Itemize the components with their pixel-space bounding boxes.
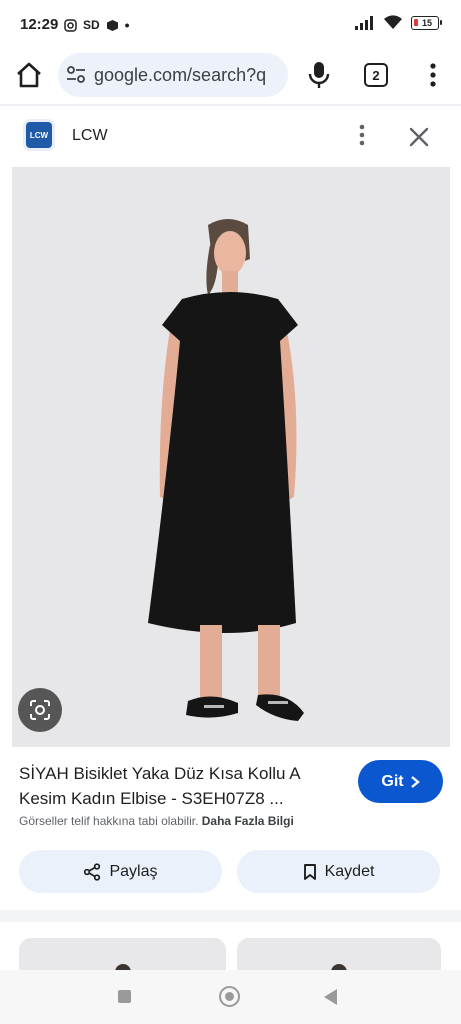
- system-nav-bar: [0, 970, 461, 1024]
- more-vert-icon[interactable]: [354, 122, 370, 148]
- browser-toolbar: google.com/search?q 2: [0, 50, 461, 102]
- related-image[interactable]: [19, 938, 226, 970]
- recents-icon[interactable]: [118, 990, 131, 1003]
- save-label: Kaydet: [324, 862, 375, 880]
- source-name[interactable]: LCW: [72, 127, 108, 145]
- related-image[interactable]: [237, 938, 441, 970]
- status-icons-right: 15: [355, 15, 442, 30]
- home-icon[interactable]: [14, 60, 44, 90]
- close-icon[interactable]: [406, 124, 432, 150]
- source-bar: LCW LCW: [0, 106, 461, 166]
- status-icons-left: SD •: [64, 17, 130, 33]
- go-label: Git: [381, 772, 404, 790]
- chevron-right-icon: [410, 775, 420, 788]
- product-photo: [12, 167, 450, 747]
- go-button[interactable]: Git: [358, 760, 443, 803]
- more-info-link[interactable]: Daha Fazla Bilgi: [202, 814, 294, 828]
- tabs-icon[interactable]: 2: [364, 63, 388, 87]
- bookmark-icon: [303, 863, 316, 880]
- sd-card-icon: SD: [83, 18, 100, 32]
- share-label: Paylaş: [109, 862, 158, 880]
- copyright-notice: Görseller telif hakkına tabi olabilir. D…: [19, 814, 294, 828]
- copyright-text: Görseller telif hakkına tabi olabilir.: [19, 814, 199, 828]
- instagram-icon: [64, 18, 77, 32]
- product-title[interactable]: SİYAH Bisiklet Yaka Düz Kısa Kollu A Kes…: [19, 761, 349, 811]
- url-text[interactable]: google.com/search?q: [94, 65, 266, 86]
- source-logo[interactable]: LCW: [26, 122, 52, 148]
- signal-icon: [355, 15, 373, 30]
- battery-level: 15: [421, 17, 432, 28]
- more-vert-icon[interactable]: [424, 61, 442, 89]
- product-image[interactable]: [12, 167, 450, 747]
- dot-icon: •: [124, 17, 130, 33]
- status-bar: 12:29 SD • 15: [0, 0, 461, 50]
- status-time: 12:29: [20, 16, 59, 33]
- wifi-icon: [384, 15, 402, 29]
- mic-icon[interactable]: [306, 60, 332, 90]
- tab-count: 2: [372, 67, 380, 83]
- share-button[interactable]: Paylaş: [19, 850, 222, 893]
- site-settings-icon[interactable]: [66, 65, 86, 85]
- back-icon[interactable]: [324, 989, 337, 1005]
- battery-icon: 15: [411, 15, 442, 30]
- save-button[interactable]: Kaydet: [237, 850, 440, 893]
- home-nav-icon[interactable]: [219, 986, 240, 1007]
- lens-icon: [30, 700, 50, 720]
- package-icon: [106, 19, 118, 31]
- lens-button[interactable]: [18, 688, 62, 732]
- address-bar[interactable]: google.com/search?q: [58, 53, 288, 97]
- share-icon: [84, 862, 101, 881]
- section-divider: [0, 910, 461, 922]
